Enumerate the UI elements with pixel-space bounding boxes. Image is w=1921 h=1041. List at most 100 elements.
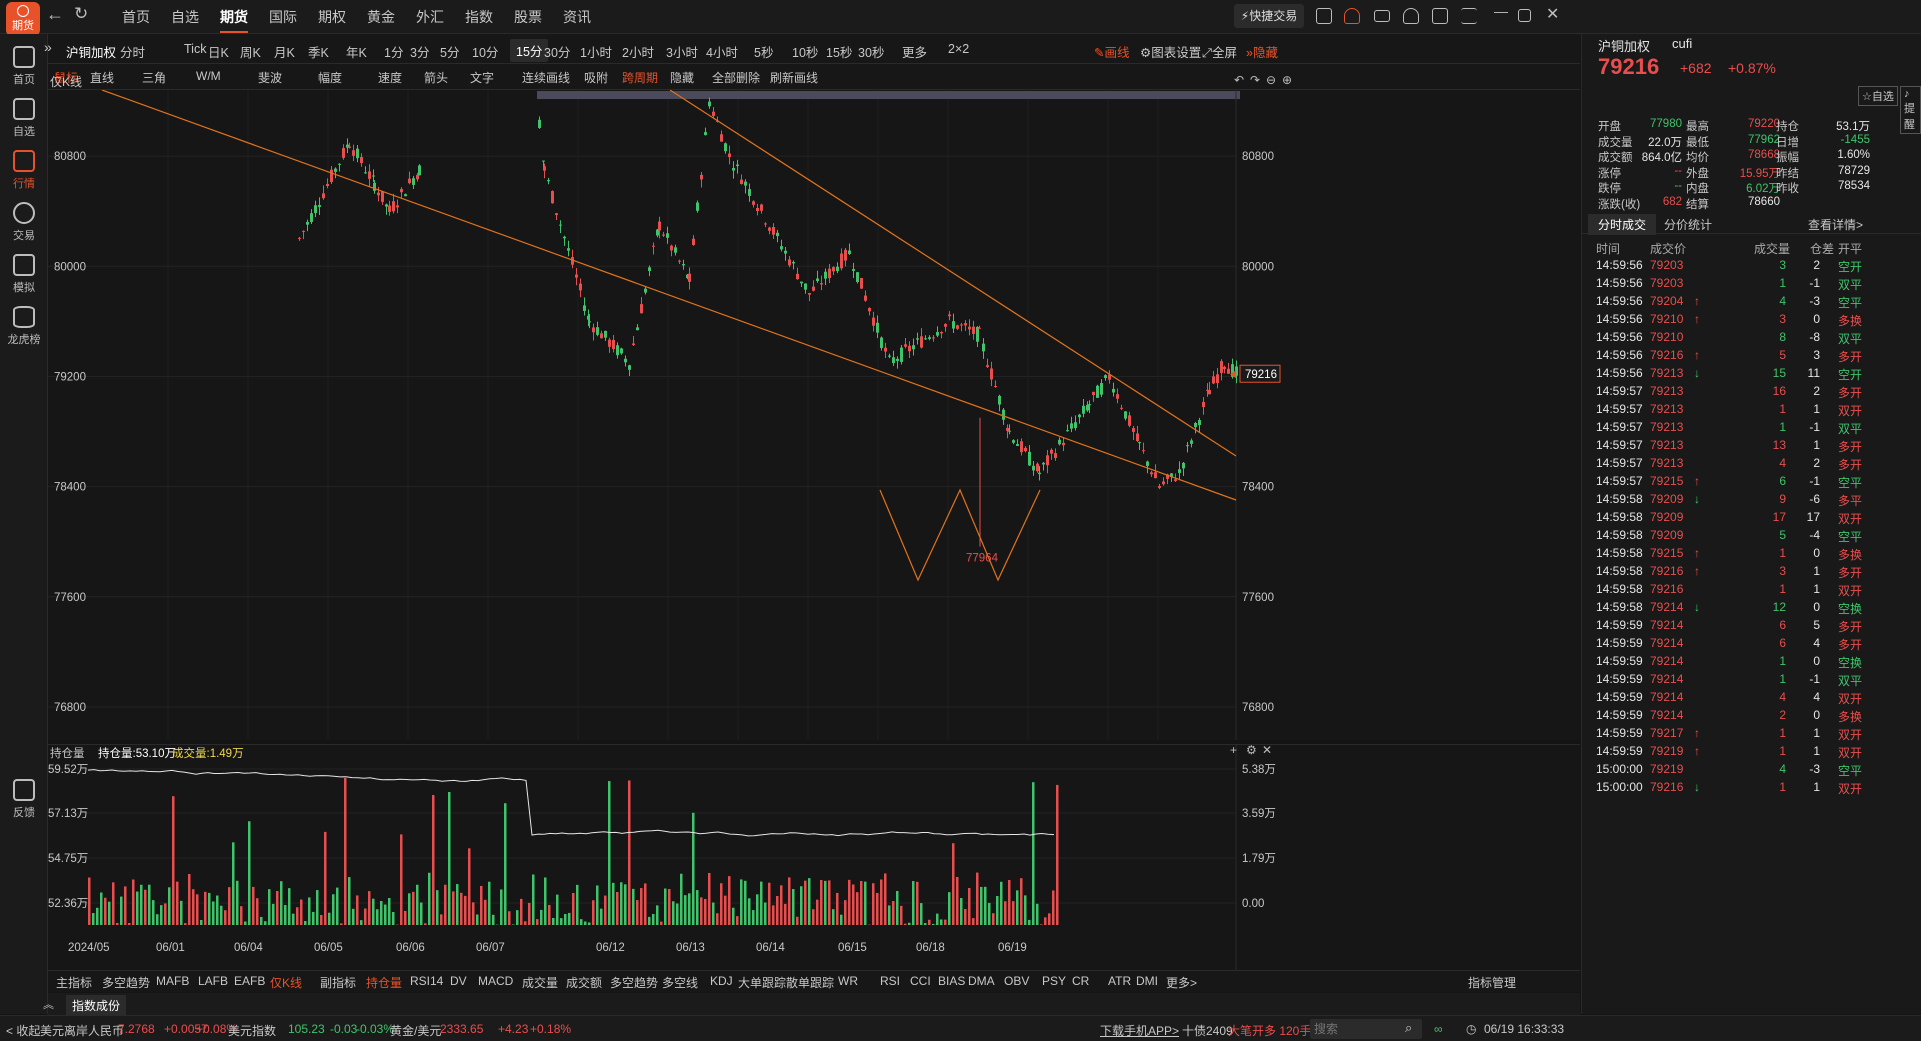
sub-ind-10[interactable]: 散单跟踪: [786, 974, 834, 991]
zoom-out-icon[interactable]: ⊖: [1266, 73, 1276, 87]
sub-ind-1[interactable]: RSI14: [410, 974, 443, 988]
fullscreen-button[interactable]: ⤢全屏: [1202, 42, 1237, 61]
timeframe-3[interactable]: 周K: [240, 42, 261, 61]
symbol-label[interactable]: 沪铜加权: [66, 42, 116, 61]
main-ind-4[interactable]: 仅K线: [270, 974, 302, 991]
draw-tool-3[interactable]: W/M: [196, 69, 221, 83]
sub-ind-14[interactable]: BIAS: [938, 974, 965, 988]
sidebar-item-simulate[interactable]: 模拟: [0, 254, 48, 295]
timeframe-4[interactable]: 月K: [274, 42, 295, 61]
draw-tool-5[interactable]: 幅度: [318, 69, 342, 86]
undo-icon[interactable]: ↶: [1234, 73, 1244, 87]
nav-gold[interactable]: 黄金: [367, 7, 395, 27]
search-input[interactable]: [1310, 1019, 1400, 1039]
bell-icon[interactable]: [1344, 8, 1360, 24]
window-switch-icon[interactable]: [1316, 8, 1332, 24]
news-ticker-symbol[interactable]: 十债2409: [1182, 1022, 1233, 1039]
timeframe-11[interactable]: 15分: [510, 39, 549, 62]
collapse-up-icon[interactable]: ︽: [43, 996, 54, 1012]
draw-tool-2[interactable]: 三角: [142, 69, 166, 86]
nav-forex[interactable]: 外汇: [416, 7, 444, 27]
sub-ind-6[interactable]: 多空趋势: [610, 974, 658, 991]
timeframe-5[interactable]: 季K: [308, 42, 329, 61]
timeframe-1[interactable]: Tick: [184, 42, 206, 56]
draw-tool-6[interactable]: 速度: [378, 69, 402, 86]
sub-ind-19[interactable]: ATR: [1108, 974, 1131, 988]
sidebar-item-feedback[interactable]: 反馈: [0, 779, 48, 820]
sub-ind-8[interactable]: KDJ: [710, 974, 733, 988]
sidebar-item-trade[interactable]: 交易: [0, 202, 48, 243]
timeframe-15[interactable]: 3小时: [666, 42, 698, 61]
zoom-in-icon[interactable]: ⊕: [1282, 73, 1292, 87]
plus-icon[interactable]: +: [1230, 743, 1237, 757]
quick-trade-button[interactable]: ⚡快捷交易: [1234, 4, 1304, 28]
tab-price-stats[interactable]: 分价统计: [1664, 216, 1712, 233]
ticker-name[interactable]: 美元离岸人民币: [40, 1022, 124, 1039]
timeframe-8[interactable]: 3分: [410, 42, 429, 61]
sub-ind-18[interactable]: CR: [1072, 974, 1089, 988]
view-details-link[interactable]: 查看详情>: [1808, 216, 1863, 233]
search-box[interactable]: ⌕: [1310, 1019, 1422, 1039]
timeframe-20[interactable]: 30秒: [858, 42, 884, 61]
sub-ind-3[interactable]: MACD: [478, 974, 513, 988]
gear-icon[interactable]: ⚙: [1246, 743, 1257, 757]
timeframe-7[interactable]: 1分: [384, 42, 403, 61]
minimize-icon[interactable]: —: [1494, 3, 1508, 19]
main-indicator-button[interactable]: 主指标: [56, 974, 92, 991]
draw-tool-14[interactable]: 刷新画线: [770, 69, 818, 86]
main-ind-1[interactable]: MAFB: [156, 974, 189, 988]
sub-ind-9[interactable]: 大单跟踪: [738, 974, 786, 991]
alert-button[interactable]: ♪ 提醒: [1900, 86, 1921, 134]
app-logo[interactable]: 期货: [6, 2, 40, 36]
tab-index-components[interactable]: 指数成份: [66, 995, 127, 1016]
ticker-name[interactable]: 黄金/美元: [390, 1022, 441, 1039]
collapse-chevrons-icon[interactable]: »: [44, 39, 52, 55]
timeframe-10[interactable]: 10分: [472, 42, 498, 61]
sidebar-item-market[interactable]: 行情: [0, 150, 48, 191]
timeframe-9[interactable]: 5分: [440, 42, 459, 61]
shirt-skin-icon[interactable]: [1432, 8, 1448, 24]
timeframe-14[interactable]: 2小时: [622, 42, 654, 61]
timeframe-21[interactable]: 更多: [902, 42, 927, 61]
draw-line-button[interactable]: ✎画线: [1094, 42, 1130, 61]
sub-ind-7[interactable]: 多空线: [662, 974, 698, 991]
sub-ind-17[interactable]: PSY: [1042, 974, 1066, 988]
draw-tool-11[interactable]: 跨周期: [622, 69, 658, 86]
back-arrow-icon[interactable]: ←: [46, 4, 64, 25]
sub-ind-15[interactable]: DMA: [968, 974, 995, 988]
nav-index[interactable]: 指数: [465, 7, 493, 27]
draw-tool-10[interactable]: 吸附: [584, 69, 608, 86]
timeframe-16[interactable]: 4小时: [706, 42, 738, 61]
close-icon[interactable]: ✕: [1262, 743, 1272, 757]
sub-ind-21[interactable]: 更多>: [1166, 974, 1197, 991]
sidebar-item-watchlist[interactable]: 自选: [0, 98, 48, 139]
sub-ind-12[interactable]: RSI: [880, 974, 900, 988]
mail-icon[interactable]: [1374, 10, 1390, 22]
indicator-manage-button[interactable]: 指标管理: [1468, 974, 1516, 991]
timeframe-18[interactable]: 10秒: [792, 42, 818, 61]
news-ticker-text[interactable]: 大笔开多 120手: [1228, 1022, 1311, 1039]
sidebar-item-ranking[interactable]: 龙虎榜: [0, 306, 48, 347]
tab-tick-trades[interactable]: 分时成交: [1588, 214, 1657, 235]
refresh-icon[interactable]: ↻: [74, 4, 88, 24]
indicator-label[interactable]: 仅K线: [50, 73, 82, 90]
sidebar-item-home[interactable]: 首页: [0, 46, 48, 87]
draw-tool-13[interactable]: 全部删除: [712, 69, 760, 86]
menu-icon[interactable]: [1461, 8, 1477, 24]
sub-indicator-button[interactable]: 副指标: [320, 974, 356, 991]
collapse-button[interactable]: < 收起: [6, 1022, 40, 1039]
download-app-link[interactable]: 下载手机APP>: [1100, 1022, 1179, 1039]
hide-panel-button[interactable]: »隐藏: [1246, 42, 1278, 61]
draw-tool-12[interactable]: 隐藏: [670, 69, 694, 86]
nav-international[interactable]: 国际: [269, 7, 297, 27]
timeframe-12[interactable]: 30分: [544, 42, 570, 61]
sub-ind-16[interactable]: OBV: [1004, 974, 1029, 988]
sub-ind-11[interactable]: WR: [838, 974, 858, 988]
nav-home[interactable]: 首页: [122, 7, 150, 27]
close-window-icon[interactable]: ✕: [1546, 4, 1559, 24]
volume-oi-panel[interactable]: 59.52万 57.13万 54.75万 52.36万 5.38万 3.59万 1.79万 0…: [48, 743, 1580, 971]
draw-tool-1[interactable]: 直线: [90, 69, 114, 86]
sub-ind-4[interactable]: 成交量: [522, 974, 558, 991]
timeframe-22[interactable]: 2×2: [948, 42, 969, 56]
sub-ind-20[interactable]: DMI: [1136, 974, 1158, 988]
